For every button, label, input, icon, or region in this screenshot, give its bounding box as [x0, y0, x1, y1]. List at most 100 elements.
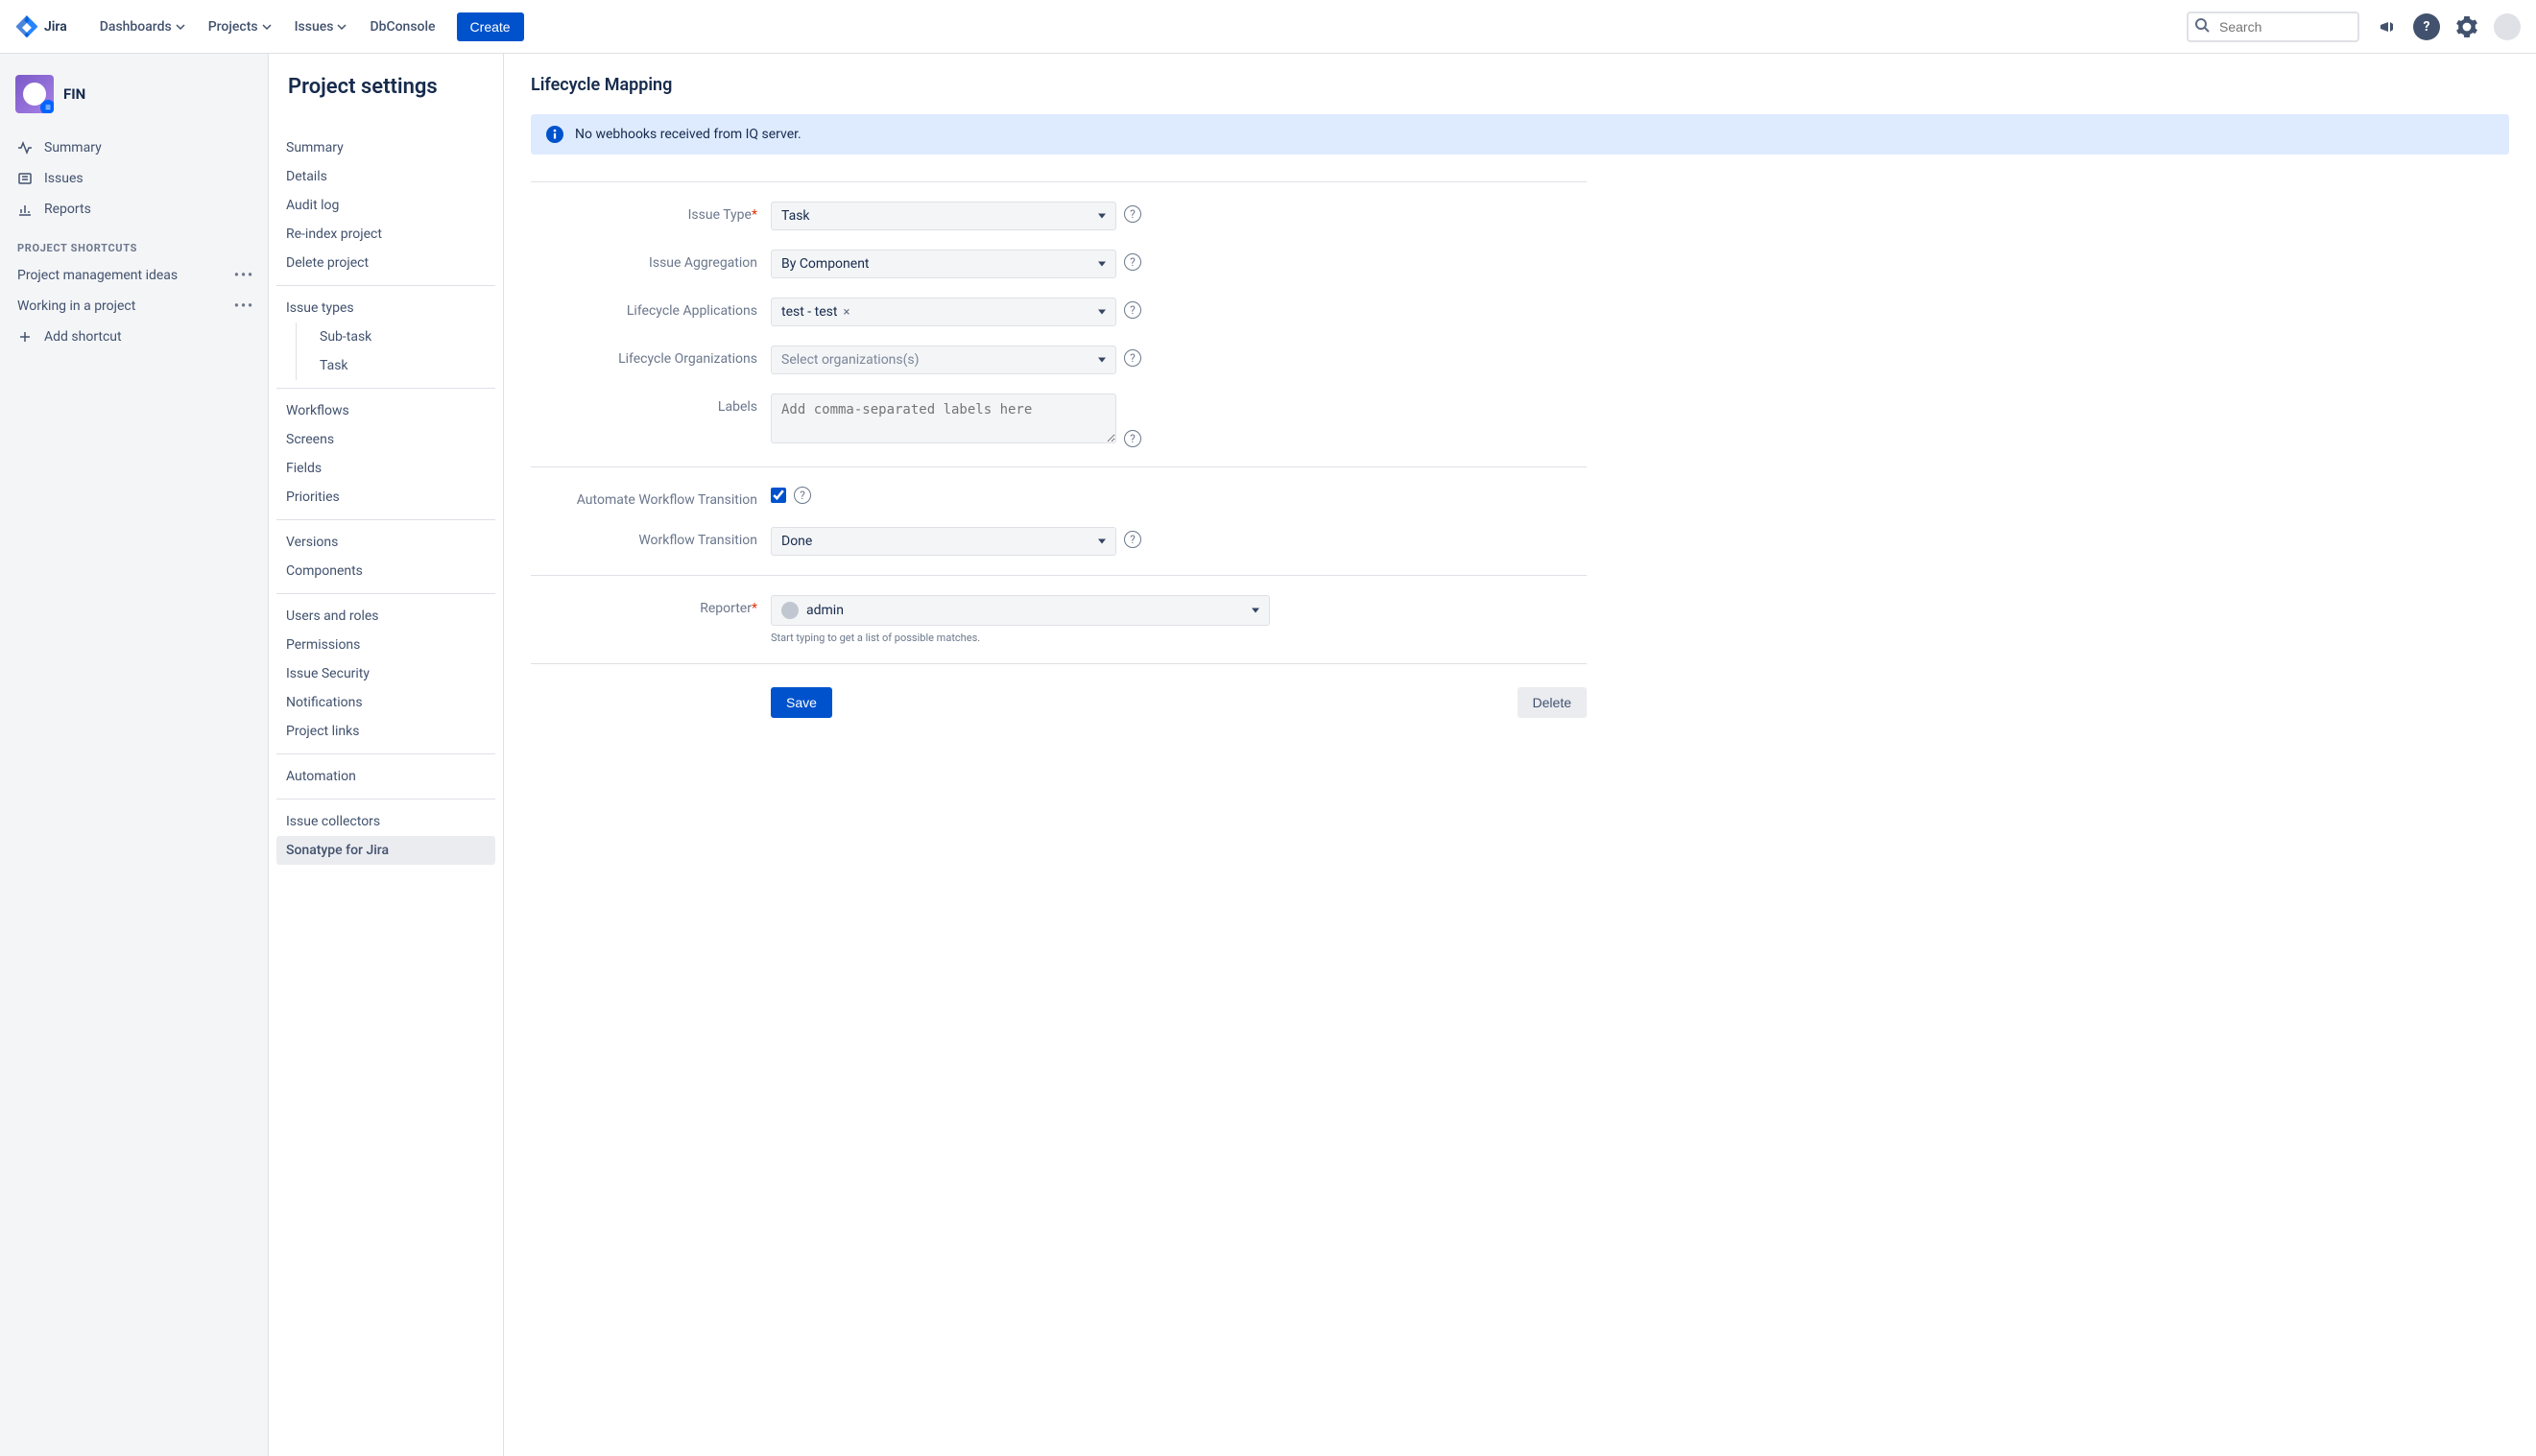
settings-item-automation[interactable]: Automation — [276, 762, 495, 791]
row-organizations: Lifecycle Organizations Select organizat… — [531, 336, 1587, 384]
search-input[interactable] — [2187, 12, 2359, 42]
nav-label: DbConsole — [370, 19, 435, 35]
settings-item-users-roles[interactable]: Users and roles — [276, 602, 495, 631]
queue-icon — [17, 171, 33, 186]
brand-text: Jira — [44, 19, 67, 35]
info-banner: No webhooks received from IQ server. — [531, 114, 2509, 155]
help-icon[interactable]: ? — [1124, 205, 1141, 223]
jira-logo[interactable]: Jira — [15, 15, 67, 38]
delete-button[interactable]: Delete — [1518, 687, 1587, 718]
settings-item-issue-collectors[interactable]: Issue collectors — [276, 807, 495, 836]
settings-gear-icon[interactable] — [2453, 13, 2480, 40]
chevron-down-icon — [176, 22, 185, 32]
chart-icon — [17, 202, 33, 217]
settings-item-screens[interactable]: Screens — [276, 425, 495, 454]
issue-type-value: Task — [781, 208, 810, 224]
sidebar-summary[interactable]: Summary — [8, 132, 260, 163]
settings-item-workflows[interactable]: Workflows — [276, 396, 495, 425]
nav-issues[interactable]: Issues — [285, 13, 357, 40]
settings-item-task[interactable]: Task — [310, 351, 495, 380]
settings-item-delete-project[interactable]: Delete project — [276, 249, 495, 277]
issue-type-select[interactable]: Task — [771, 202, 1116, 230]
transition-select[interactable]: Done — [771, 527, 1116, 556]
help-icon[interactable]: ? — [1124, 430, 1141, 447]
help-icon[interactable]: ? — [1124, 531, 1141, 548]
settings-item-sonatype[interactable]: Sonatype for Jira — [276, 836, 495, 865]
help-icon[interactable]: ? — [1124, 253, 1141, 271]
plus-icon — [17, 329, 33, 345]
project-header[interactable]: ≡ FIN — [8, 69, 260, 132]
settings-item-versions[interactable]: Versions — [276, 528, 495, 557]
aggregation-select[interactable]: By Component — [771, 250, 1116, 278]
issue-type-label: Issue Type — [688, 207, 752, 223]
automate-checkbox[interactable] — [771, 488, 786, 503]
aggregation-label: Issue Aggregation — [649, 255, 757, 271]
row-aggregation: Issue Aggregation By Component ? — [531, 240, 1587, 288]
shortcut-item-working[interactable]: Working in a project ••• — [8, 291, 260, 322]
remove-tag-icon[interactable]: × — [843, 305, 849, 320]
top-nav: Jira Dashboards Projects Issues DbConsol… — [0, 0, 2536, 54]
row-applications: Lifecycle Applications test - test × ? — [531, 288, 1587, 336]
project-type-badge-icon: ≡ — [40, 100, 54, 113]
settings-item-summary[interactable]: Summary — [276, 133, 495, 162]
shortcut-item-pm-ideas[interactable]: Project management ideas ••• — [8, 260, 260, 291]
settings-group-issue-types[interactable]: Issue types — [276, 294, 495, 322]
row-transition: Workflow Transition Done ? — [531, 517, 1587, 565]
help-icon[interactable]: ? — [2413, 13, 2440, 40]
labels-textarea[interactable] — [771, 394, 1116, 443]
search-icon — [2194, 17, 2210, 36]
settings-item-components[interactable]: Components — [276, 557, 495, 585]
row-reporter: Reporter* admin Start typing to get a li… — [531, 585, 1587, 654]
reporter-hint: Start typing to get a list of possible m… — [771, 632, 1270, 644]
add-shortcut-button[interactable]: Add shortcut — [8, 322, 260, 352]
automate-label: Automate Workflow Transition — [577, 492, 757, 508]
nav-right: ? — [2187, 12, 2521, 42]
shortcut-label: Project management ideas — [17, 268, 178, 283]
settings-item-issue-security[interactable]: Issue Security — [276, 659, 495, 688]
nav-dashboards[interactable]: Dashboards — [90, 13, 195, 40]
transition-value: Done — [781, 534, 812, 549]
sidebar-label: Reports — [44, 202, 91, 217]
help-icon[interactable]: ? — [1124, 349, 1141, 367]
settings-item-permissions[interactable]: Permissions — [276, 631, 495, 659]
reporter-label: Reporter — [700, 601, 752, 616]
settings-item-project-links[interactable]: Project links — [276, 717, 495, 746]
nav-dbconsole[interactable]: DbConsole — [360, 13, 444, 40]
save-button[interactable]: Save — [771, 687, 832, 718]
settings-item-subtask[interactable]: Sub-task — [310, 322, 495, 351]
nav-label: Issues — [295, 19, 334, 35]
sidebar-issues[interactable]: Issues — [8, 163, 260, 194]
more-icon[interactable]: ••• — [234, 298, 254, 314]
reporter-picker[interactable]: admin — [771, 595, 1270, 626]
applications-multiselect[interactable]: test - test × — [771, 298, 1116, 326]
sidebar-reports[interactable]: Reports — [8, 194, 260, 225]
shortcuts-heading: PROJECT SHORTCUTS — [8, 225, 260, 260]
project-sidebar: ≡ FIN Summary Issues Reports PROJECT SHO… — [0, 54, 269, 1456]
organizations-placeholder: Select organizations(s) — [781, 352, 920, 368]
help-icon[interactable]: ? — [1124, 301, 1141, 319]
settings-item-fields[interactable]: Fields — [276, 454, 495, 483]
labels-label: Labels — [718, 399, 757, 415]
feedback-icon[interactable] — [2373, 13, 2400, 40]
reporter-value: admin — [806, 603, 844, 618]
jira-logo-icon — [15, 15, 38, 38]
settings-item-details[interactable]: Details — [276, 162, 495, 191]
row-automate: Automate Workflow Transition ? — [531, 477, 1587, 517]
nav-projects[interactable]: Projects — [199, 13, 281, 40]
settings-list: Summary Details Audit log Re-index proje… — [269, 120, 503, 878]
banner-text: No webhooks received from IQ server. — [575, 127, 801, 142]
info-icon — [546, 126, 563, 143]
user-avatar-icon — [781, 602, 799, 619]
settings-item-notifications[interactable]: Notifications — [276, 688, 495, 717]
organizations-multiselect[interactable]: Select organizations(s) — [771, 346, 1116, 374]
form-actions: Save Delete — [531, 674, 1587, 718]
search-wrapper — [2187, 12, 2359, 42]
more-icon[interactable]: ••• — [234, 268, 254, 283]
settings-item-audit-log[interactable]: Audit log — [276, 191, 495, 220]
create-button[interactable]: Create — [457, 12, 524, 41]
help-icon[interactable]: ? — [794, 487, 811, 504]
settings-item-priorities[interactable]: Priorities — [276, 483, 495, 512]
settings-item-reindex[interactable]: Re-index project — [276, 220, 495, 249]
user-avatar[interactable] — [2494, 13, 2521, 40]
nav-label: Dashboards — [100, 19, 172, 35]
